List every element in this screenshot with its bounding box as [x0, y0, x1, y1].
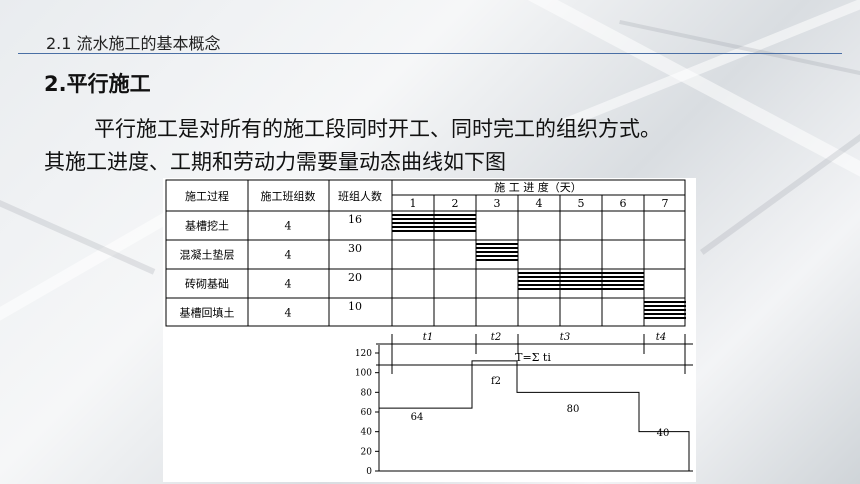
chart-data-label: 64	[411, 412, 424, 423]
row-workers: 30	[348, 242, 362, 255]
chart-y-tick-label: 40	[361, 428, 373, 438]
subheading: 2.平行施工	[44, 72, 151, 96]
chart-data-label: 80	[567, 404, 580, 415]
row-teams: 4	[285, 249, 292, 262]
chart-series	[379, 360, 690, 471]
table-grid	[165, 179, 686, 327]
day-label: 4	[536, 197, 543, 210]
row-workers: 10	[348, 300, 362, 313]
chart-y-tick-label: 80	[361, 388, 373, 398]
day-label: 7	[662, 197, 669, 210]
schedule-bars	[392, 214, 686, 319]
figure-canvas: 施工过程 施工班组数 班组人数 施 工 进 度（天） 1 2 3 4 5 6 7 基槽挖土 4…	[165, 179, 693, 477]
chart-y-tick-label: 60	[361, 408, 373, 418]
section-title: 2.1 流水施工的基本概念	[46, 34, 221, 53]
paragraph-line-1: 平行施工是对所有的施工段同时开工、同时完工的组织方式。	[94, 117, 661, 141]
paragraph-line-2: 其施工进度、工期和劳动力需要量动态曲线如下图	[44, 150, 506, 174]
row-workers: 20	[348, 271, 362, 284]
header-workers: 班组人数	[338, 189, 382, 203]
day-label: 3	[494, 197, 501, 210]
row-teams: 4	[285, 307, 292, 320]
duration-t1: t1	[423, 332, 433, 343]
day-labels: 1 2 3 4 5 6 7	[410, 197, 669, 210]
schedule-figure: 施工过程 施工班组数 班组人数 施 工 进 度（天） 1 2 3 4 5 6 7 基槽挖土 4…	[163, 178, 696, 482]
row-teams: 4	[285, 278, 292, 291]
background-streak	[700, 132, 860, 255]
duration-t2: t2	[491, 332, 501, 343]
day-label: 5	[578, 197, 585, 210]
title-divider	[18, 53, 842, 54]
chart-data-label: f2	[491, 376, 501, 387]
header-progress: 施 工 进 度（天）	[494, 180, 582, 194]
duration-t4: t4	[656, 332, 666, 343]
chart-y-tick-label: 120	[355, 349, 372, 359]
labor-curve	[379, 360, 690, 471]
background-streak	[619, 20, 860, 78]
row-process: 混凝土垫层	[180, 248, 235, 262]
chart-y-tick-label: 0	[366, 467, 372, 477]
row-workers: 16	[348, 213, 362, 226]
chart-y-tick-label: 100	[355, 369, 372, 379]
row-process: 砖砌基础	[185, 277, 229, 291]
row-process: 基槽回填土	[180, 306, 235, 320]
chart-y-tick-label: 20	[361, 447, 373, 457]
duration-t3: t3	[560, 332, 570, 343]
chart-data-label: 40	[657, 428, 670, 439]
chart-data-labels: 64 f2 80 40	[411, 376, 670, 439]
duration-total: T=Σ ti	[515, 351, 551, 364]
day-label: 1	[410, 197, 417, 210]
chart-y-ticks: 0 20 40 60 80 100 120	[355, 349, 379, 477]
header-process: 施工过程	[185, 190, 229, 203]
row-process: 基槽挖土	[185, 219, 229, 233]
table-rows: 基槽挖土 4 16 混凝土垫层 4 30 砖砌基础 4 20 基槽回填土 4 10	[180, 213, 363, 320]
day-label: 6	[620, 197, 627, 210]
header-teams: 施工班组数	[261, 189, 316, 203]
day-label: 2	[452, 197, 459, 210]
row-teams: 4	[285, 220, 292, 233]
